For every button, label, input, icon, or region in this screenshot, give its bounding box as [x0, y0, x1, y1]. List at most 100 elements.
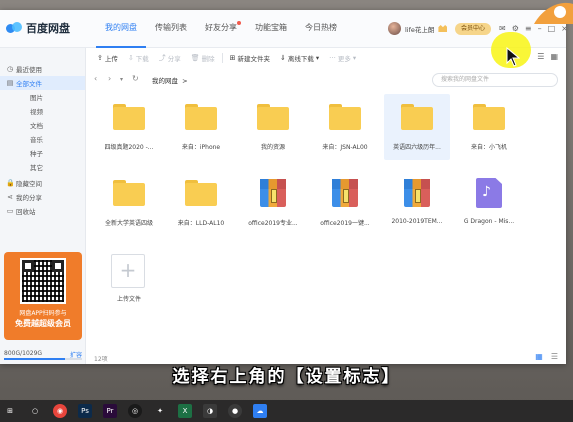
storage-bar: [4, 358, 82, 360]
file-item[interactable]: office2019一键...: [312, 170, 378, 236]
file-item[interactable]: 全新大学英语四级: [96, 170, 162, 236]
sidebar-item-8[interactable]: 🔒 隐藏空间: [0, 176, 85, 190]
menu-icon[interactable]: ≡: [525, 24, 532, 34]
user-area[interactable]: life花上朗: [388, 22, 448, 35]
delete-icon: 🗑: [190, 54, 200, 62]
download-label: 下载: [135, 55, 149, 63]
username[interactable]: life花上朗: [405, 24, 434, 34]
sidebar-item-10[interactable]: ▭ 回收站: [0, 204, 85, 218]
list-view-icon[interactable]: ☰: [551, 352, 558, 361]
sidebar-item-label: 隐藏空间: [16, 180, 42, 188]
more-button[interactable]: ··· 更多 ▾: [326, 53, 359, 63]
sort-icon[interactable]: ☰: [537, 52, 544, 61]
offline-download-button[interactable]: ⇓ 离线下载 ▾: [277, 53, 322, 63]
grid-view-icon[interactable]: ▦: [535, 352, 543, 361]
windows-icon[interactable]: ⊞: [3, 404, 17, 418]
file-name: 我的资源: [260, 144, 285, 151]
back-icon[interactable]: ‹: [94, 74, 97, 83]
offline-download-label: 离线下载: [287, 55, 314, 63]
download-icon: ⇩: [127, 54, 134, 62]
file-item[interactable]: 来自：LLD-AL10: [168, 170, 234, 236]
sidebar-item-6[interactable]: 种子: [0, 146, 85, 160]
sidebar-item-label: 其它: [30, 164, 43, 172]
maximize-icon[interactable]: □: [548, 24, 556, 34]
file-item[interactable]: 来自：JSN-AL00: [312, 94, 378, 160]
new-folder-label: 新建文件夹: [237, 55, 271, 63]
sidebar-item-0[interactable]: ◷ 最近使用: [0, 62, 85, 76]
upload-button[interactable]: ⇪ 上传: [94, 53, 121, 63]
excel-icon[interactable]: X: [178, 404, 192, 418]
gear-icon[interactable]: ⚙: [512, 24, 519, 34]
sidebar-item-4[interactable]: 文档: [0, 118, 85, 132]
sidebar-item-5[interactable]: 音乐: [0, 132, 85, 146]
media-icon[interactable]: ◑: [203, 404, 217, 418]
promo-banner[interactable]: 网盘APP扫码参与 免费越超级会员: [4, 252, 82, 340]
refresh-icon[interactable]: ↻: [132, 74, 139, 83]
breadcrumb-arrow: >: [182, 77, 188, 85]
search-input[interactable]: 搜索我的网盘文件: [432, 73, 558, 87]
desktop: 百度网盘 我的网盘 传输列表 好友分享 功能宝箱 今日热榜 life花上朗 会员中心 ✉…: [0, 0, 573, 422]
file-item[interactable]: office2019专业...: [240, 170, 306, 236]
mail-icon[interactable]: ✉: [499, 24, 506, 34]
file-item[interactable]: 来自：iPhone: [168, 94, 234, 160]
minimize-icon[interactable]: –: [538, 24, 542, 34]
photoshop-icon[interactable]: Ps: [78, 404, 92, 418]
sidebar-item-2[interactable]: 图片: [0, 90, 85, 104]
member-center-button[interactable]: 会员中心: [455, 23, 492, 35]
music-file-icon: ♪: [476, 178, 502, 208]
sidebar-item-1[interactable]: ▤ 全部文件: [0, 76, 85, 90]
sidebar-item-label: 全部文件: [16, 80, 42, 88]
app-icon[interactable]: ✦: [153, 404, 167, 418]
tab-1[interactable]: 传输列表: [146, 10, 196, 48]
folder-icon: [185, 104, 217, 130]
cloud-logo-icon: [6, 22, 22, 34]
close-icon[interactable]: ×: [561, 24, 566, 34]
sidebar-item-7[interactable]: 其它: [0, 160, 85, 174]
share-button[interactable]: ⤴ 分享: [156, 53, 184, 63]
file-grid: 四级真题2020 -... 来自：iPhone 我的资源 来自：JSN-AL00 英语四…: [86, 94, 566, 354]
premiere-icon[interactable]: Pr: [103, 404, 117, 418]
obs-icon[interactable]: ◎: [128, 404, 142, 418]
breadcrumb[interactable]: 我的网盘 >: [152, 75, 188, 85]
baidu-netdisk-icon[interactable]: ☁: [253, 404, 267, 418]
file-item[interactable]: ♪ G Dragon - Mis...: [456, 170, 522, 236]
folder-icon: [473, 104, 505, 130]
folder-icon: [257, 104, 289, 130]
tab-4[interactable]: 今日热榜: [296, 10, 346, 48]
forward-icon[interactable]: ›: [108, 74, 111, 83]
record-icon[interactable]: ●: [228, 404, 242, 418]
new-folder-icon: ⊞: [229, 54, 236, 62]
app-title: 百度网盘: [26, 22, 70, 35]
download-button[interactable]: ⇩ 下载: [125, 53, 152, 63]
tab-3[interactable]: 功能宝箱: [246, 10, 296, 48]
file-item[interactable]: 我的资源: [240, 94, 306, 160]
file-item[interactable]: 来自：小飞机: [456, 94, 522, 160]
tab-2[interactable]: 好友分享: [196, 10, 246, 48]
folder-icon: [185, 180, 217, 206]
upload-icon: ⇪: [97, 54, 103, 62]
history-dropdown-icon[interactable]: ▾: [120, 76, 123, 83]
delete-button[interactable]: 🗑 删除: [188, 53, 218, 63]
chrome-icon[interactable]: ◉: [53, 404, 67, 418]
zip-archive-icon: [332, 179, 358, 207]
view-switch-icon[interactable]: ▦: [550, 52, 558, 61]
sidebar-item-9[interactable]: ⋖ 我的分享: [0, 190, 85, 204]
file-name: 上传文件: [116, 296, 141, 303]
search-icon[interactable]: ○: [28, 404, 42, 418]
new-folder-button[interactable]: ⊞ 新建文件夹: [227, 53, 273, 63]
file-item[interactable]: 英语四六级历年...: [384, 94, 450, 160]
file-name: 四级真题2020 -...: [104, 144, 154, 151]
file-item[interactable]: 四级真题2020 -...: [96, 94, 162, 160]
vip-crown-icon: [438, 25, 448, 32]
avatar[interactable]: [388, 22, 401, 35]
sidebar-item-label: 最近使用: [16, 66, 42, 74]
video-subtitle: 选择右上角的【设置标志】: [172, 367, 401, 387]
tab-0[interactable]: 我的网盘: [96, 10, 146, 48]
sidebar-item-label: 文档: [30, 122, 43, 130]
app-logo[interactable]: 百度网盘: [6, 20, 70, 36]
sidebar-item-3[interactable]: 视频: [0, 104, 85, 118]
breadcrumb-root[interactable]: 我的网盘: [152, 77, 178, 85]
file-item[interactable]: 2010-2019TEM...: [384, 170, 450, 236]
upload-file-tile[interactable]: + 上传文件: [96, 246, 162, 312]
sidebar: ◷ 最近使用 ▤ 全部文件 图片 视频文档音乐 种子其它 🔒 隐藏空间 ⋖ 我的分享 ▭ 回收站 网盘A…: [0, 48, 86, 364]
